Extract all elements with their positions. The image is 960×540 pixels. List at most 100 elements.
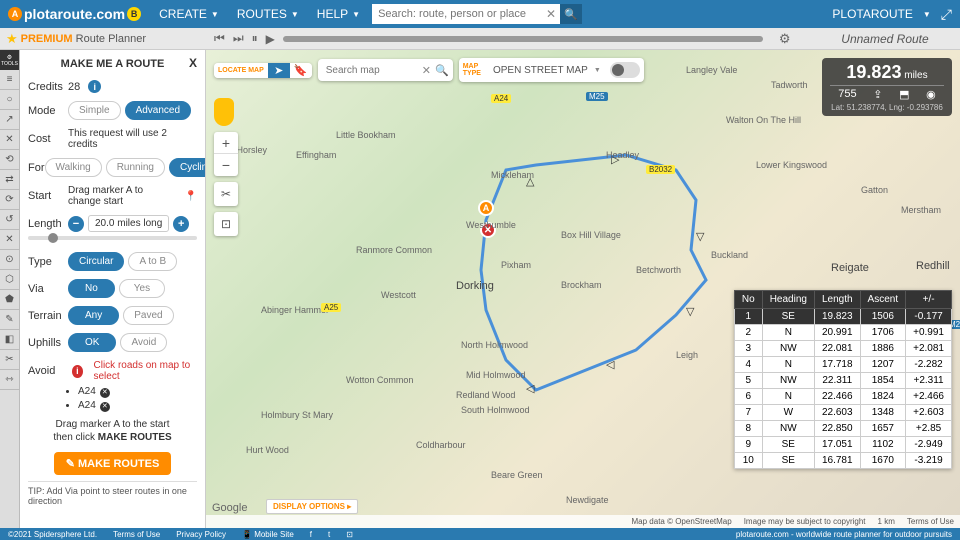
results-row[interactable]: 5NW22.3111854+2.311 — [734, 373, 951, 389]
player-play-icon[interactable]: ▶ — [266, 32, 275, 46]
tool-icon[interactable]: ✕ — [0, 230, 19, 250]
footer-privacy[interactable]: Privacy Policy — [176, 530, 226, 539]
tool-icon[interactable]: ✂ — [0, 350, 19, 370]
avoid-remove-icon[interactable]: ✕ — [100, 402, 110, 412]
top-search-input[interactable] — [372, 4, 542, 24]
social-twitter-icon[interactable]: t — [328, 530, 330, 539]
zoom-out-button[interactable]: − — [214, 154, 238, 176]
logo[interactable]: A plotaroute.com B — [8, 6, 141, 22]
mode-advanced-button[interactable]: Advanced — [125, 101, 191, 120]
stats-secondary: 755 — [838, 88, 856, 101]
player-pause-icon[interactable]: ⏸ — [252, 31, 258, 46]
tool-icon[interactable]: ✎ — [0, 310, 19, 330]
results-row[interactable]: 9SE17.0511102-2.949 — [734, 437, 951, 453]
for-cycling-button[interactable]: Cycling — [169, 158, 206, 177]
place-label: Pixham — [501, 260, 531, 270]
map-search-clear-icon[interactable]: ✕ — [422, 64, 431, 77]
length-slider[interactable] — [28, 236, 197, 240]
panel-close-icon[interactable]: X — [189, 56, 197, 70]
player-settings-icon[interactable]: ⚙ — [779, 31, 791, 47]
avoid-text: Click roads on map to select — [94, 360, 198, 382]
place-label: Newdigate — [566, 495, 609, 505]
map-tool-button[interactable]: ⊡ — [214, 212, 238, 236]
results-row[interactable]: 7W22.6031348+2.603 — [734, 405, 951, 421]
via-no-button[interactable]: No — [68, 279, 115, 298]
results-header[interactable]: Length — [814, 291, 860, 309]
results-row[interactable]: 4N17.7181207-2.282 — [734, 357, 951, 373]
results-row[interactable]: 3NW22.0811886+2.081 — [734, 341, 951, 357]
maptype-toggle[interactable] — [610, 62, 640, 78]
social-facebook-icon[interactable]: f — [310, 530, 312, 539]
tool-icon[interactable]: ⬟ — [0, 290, 19, 310]
results-header[interactable]: Heading — [762, 291, 814, 309]
player-progress[interactable] — [283, 36, 763, 42]
results-row[interactable]: 2N20.9911706+0.991 — [734, 325, 951, 341]
place-label: Leigh — [676, 350, 698, 360]
nav-routes[interactable]: ROUTES▼ — [237, 7, 299, 21]
tool-icon[interactable]: ◧ — [0, 330, 19, 350]
display-options-button[interactable]: DISPLAY OPTIONS ▸ — [266, 499, 358, 514]
streetview-pegman-icon[interactable] — [214, 98, 234, 126]
player-prev-icon[interactable]: ⏮ — [214, 31, 225, 46]
player-next-icon[interactable]: ⏭ — [233, 31, 244, 46]
stats-icon[interactable]: ◉ — [926, 88, 936, 101]
info-icon[interactable]: i — [88, 80, 101, 93]
share-icon[interactable]: ⇪ — [873, 88, 882, 101]
locate-gps-icon[interactable]: ➤ — [268, 63, 290, 78]
results-header[interactable]: +/- — [906, 291, 952, 309]
map-search-input[interactable] — [322, 59, 422, 81]
maptype-select[interactable]: OPEN STREET MAP — [485, 58, 606, 82]
tool-icon[interactable]: ≡ — [0, 70, 19, 90]
direction-arrow-icon: ◁ — [526, 382, 534, 395]
fullscreen-icon[interactable]: ⤢ — [941, 6, 952, 23]
make-routes-button[interactable]: ✎ MAKE ROUTES — [54, 452, 172, 475]
results-row[interactable]: 1SE19.8231506-0.177 — [734, 309, 951, 325]
footer-terms[interactable]: Terms of Use — [113, 530, 160, 539]
nav-account[interactable]: PLOTAROUTE — [832, 7, 912, 21]
type-atob-button[interactable]: A to B — [128, 252, 177, 271]
top-search-button[interactable]: 🔍 — [560, 4, 582, 24]
nav-create[interactable]: CREATE▼ — [159, 7, 219, 21]
length-minus-button[interactable]: − — [68, 216, 84, 232]
type-circular-button[interactable]: Circular — [68, 252, 124, 271]
tool-icon[interactable]: ○ — [0, 90, 19, 110]
map-area[interactable]: A ✕ △ ▷ ▽ ▽ ◁ ◁ Dorking Reigate Redhill … — [206, 50, 960, 528]
via-yes-button[interactable]: Yes — [119, 279, 165, 298]
tool-icon[interactable]: ↺ — [0, 210, 19, 230]
top-search-clear[interactable]: ✕ — [542, 4, 560, 24]
results-header[interactable]: No — [734, 291, 762, 309]
results-row[interactable]: 8NW22.8501657+2.85 — [734, 421, 951, 437]
tool-icon[interactable]: ⟳ — [0, 190, 19, 210]
tool-icon[interactable]: ⇄ — [0, 170, 19, 190]
locate-bookmark-icon[interactable]: 🔖 — [290, 63, 312, 78]
tool-icon[interactable]: ⟲ — [0, 150, 19, 170]
sub-header: ★ PREMIUM Route Planner ⏮ ⏭ ⏸ ▶ ⚙ Unname… — [0, 28, 960, 50]
marker-a[interactable]: A — [478, 200, 494, 216]
results-row[interactable]: 6N22.4661824+2.466 — [734, 389, 951, 405]
footer-mobile[interactable]: 📱 Mobile Site — [242, 530, 294, 539]
tool-icon[interactable]: ✕ — [0, 130, 19, 150]
social-instagram-icon[interactable]: ⊡ — [346, 530, 353, 539]
terrain-paved-button[interactable]: Paved — [123, 306, 173, 325]
tool-icon[interactable]: ⬡ — [0, 270, 19, 290]
terrain-any-button[interactable]: Any — [68, 306, 119, 325]
stats-icon[interactable]: ⬒ — [899, 88, 909, 101]
mode-simple-button[interactable]: Simple — [68, 101, 121, 120]
nav-help[interactable]: HELP▼ — [317, 7, 360, 21]
results-header[interactable]: Ascent — [860, 291, 906, 309]
zoom-in-button[interactable]: + — [214, 132, 238, 154]
for-running-button[interactable]: Running — [106, 158, 165, 177]
for-walking-button[interactable]: Walking — [45, 158, 102, 177]
map-search-icon[interactable]: 🔍 — [435, 64, 449, 77]
place-label: Langley Vale — [686, 65, 737, 75]
tool-icon[interactable]: ⊙ — [0, 250, 19, 270]
avoid-remove-icon[interactable]: ✕ — [100, 388, 110, 398]
tool-icon[interactable]: ↗ — [0, 110, 19, 130]
length-plus-button[interactable]: + — [173, 216, 189, 232]
route-name[interactable]: Unnamed Route — [810, 32, 960, 46]
tool-icon[interactable]: ⇿ — [0, 370, 19, 390]
map-tool-button[interactable]: ✂ — [214, 182, 238, 206]
uphills-avoid-button[interactable]: Avoid — [120, 333, 167, 352]
uphills-ok-button[interactable]: OK — [68, 333, 116, 352]
results-row[interactable]: 10SE16.7811670-3.219 — [734, 453, 951, 469]
